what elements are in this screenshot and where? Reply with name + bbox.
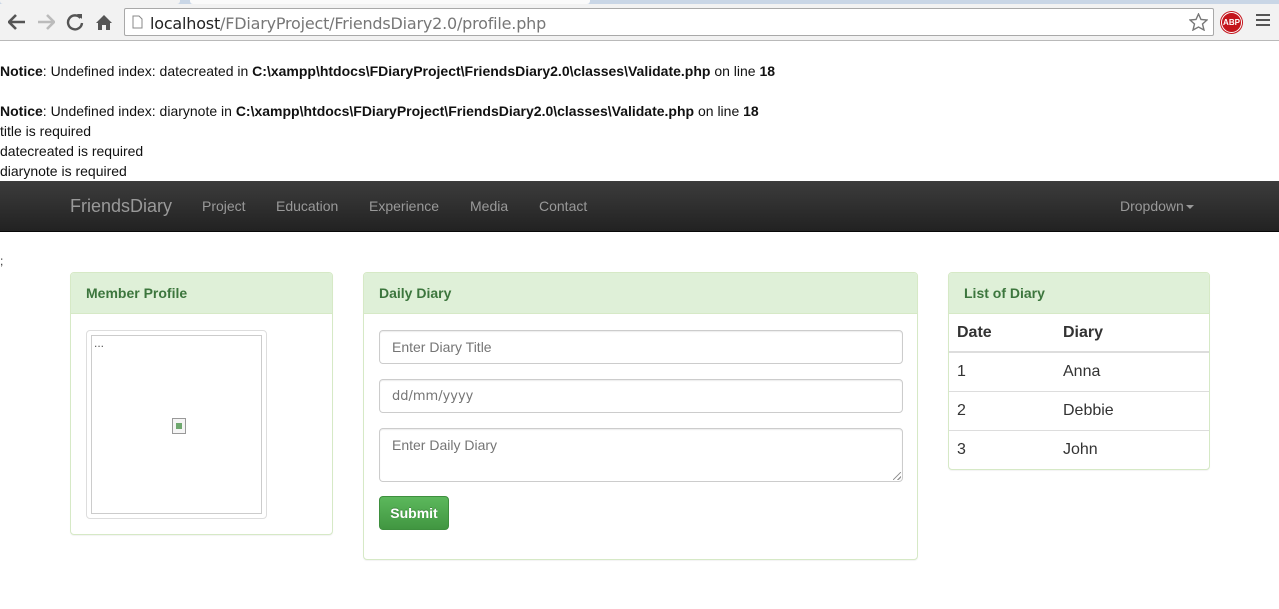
daily-diary-panel: Daily Diary Submit	[363, 272, 918, 560]
nav-link-experience[interactable]: Experience	[369, 198, 439, 214]
table-header-row: Date Diary	[949, 314, 1209, 353]
broken-image-icon	[172, 418, 186, 434]
home-button[interactable]	[92, 10, 116, 34]
home-icon	[96, 14, 112, 30]
chrome-menu-icon[interactable]	[1256, 14, 1270, 30]
stray-text: ;	[0, 254, 4, 268]
diary-table: Date Diary 1 Anna 2 Debbie 3 John	[949, 314, 1209, 469]
table-cell: 3	[949, 429, 1052, 469]
adblock-button[interactable]: ABP	[1221, 12, 1242, 33]
member-profile-panel: Member Profile ...	[70, 272, 333, 535]
dropdown-label: Dropdown	[1120, 198, 1184, 214]
table-row: 2 Debbie	[949, 390, 1209, 430]
diary-note-wrapper	[379, 428, 903, 482]
profile-image: ...	[91, 335, 262, 514]
star-icon[interactable]	[1189, 13, 1208, 31]
reload-button[interactable]	[63, 10, 87, 34]
table-row: 3 John	[949, 429, 1209, 469]
page-icon	[132, 15, 143, 29]
url-text: localhost/FDiaryProject/FriendsDiary2.0/…	[150, 14, 547, 33]
submit-button[interactable]: Submit	[379, 496, 449, 530]
panel-title: Daily Diary	[364, 273, 917, 314]
table-cell: Debbie	[1052, 390, 1209, 430]
arrow-right-icon	[38, 14, 55, 30]
notice-line: Notice: Undefined index: datecreated in …	[0, 63, 776, 79]
arrow-left-icon	[8, 14, 25, 30]
error-message: diarynote is required	[0, 163, 127, 179]
table-cell: 2	[949, 390, 1052, 430]
dropdown-toggle[interactable]: Dropdown	[1120, 198, 1194, 214]
profile-thumbnail[interactable]: ...	[86, 330, 267, 519]
address-bar[interactable]: localhost/FDiaryProject/FriendsDiary2.0/…	[124, 8, 1214, 36]
diary-title-input[interactable]	[379, 330, 903, 364]
php-output: Notice: Undefined index: datecreated in …	[0, 61, 775, 181]
diary-note-textarea[interactable]	[379, 428, 903, 482]
back-button[interactable]	[5, 10, 29, 34]
table-cell: 1	[949, 351, 1052, 391]
navbar-brand[interactable]: FriendsDiary	[70, 196, 172, 217]
list-of-diary-panel: List of Diary Date Diary 1 Anna 2 Debbie…	[948, 272, 1210, 470]
column-header-diary: Diary	[1052, 314, 1209, 353]
notice-line: Notice: Undefined index: diarynote in C:…	[0, 103, 759, 119]
nav-link-project[interactable]: Project	[202, 198, 246, 214]
image-alt-text: ...	[94, 336, 105, 350]
table-row: 1 Anna	[949, 351, 1209, 391]
resize-grip-icon[interactable]	[893, 472, 901, 480]
error-message: title is required	[0, 123, 92, 139]
panel-title: List of Diary	[949, 273, 1209, 314]
caret-down-icon	[1185, 205, 1194, 210]
error-message: datecreated is required	[0, 143, 144, 159]
nav-link-media[interactable]: Media	[470, 198, 508, 214]
nav-link-education[interactable]: Education	[276, 198, 338, 214]
forward-button[interactable]	[34, 10, 58, 34]
column-header-date: Date	[949, 314, 1052, 353]
adblock-label: ABP	[1223, 18, 1240, 27]
reload-icon	[66, 14, 84, 31]
panel-title: Member Profile	[71, 273, 332, 314]
date-input[interactable]	[379, 379, 903, 413]
nav-link-contact[interactable]: Contact	[539, 198, 587, 214]
navbar: FriendsDiary Project Education Experienc…	[0, 181, 1279, 232]
browser-toolbar: localhost/FDiaryProject/FriendsDiary2.0/…	[0, 4, 1279, 41]
table-cell: John	[1052, 429, 1209, 469]
table-cell: Anna	[1052, 351, 1209, 391]
